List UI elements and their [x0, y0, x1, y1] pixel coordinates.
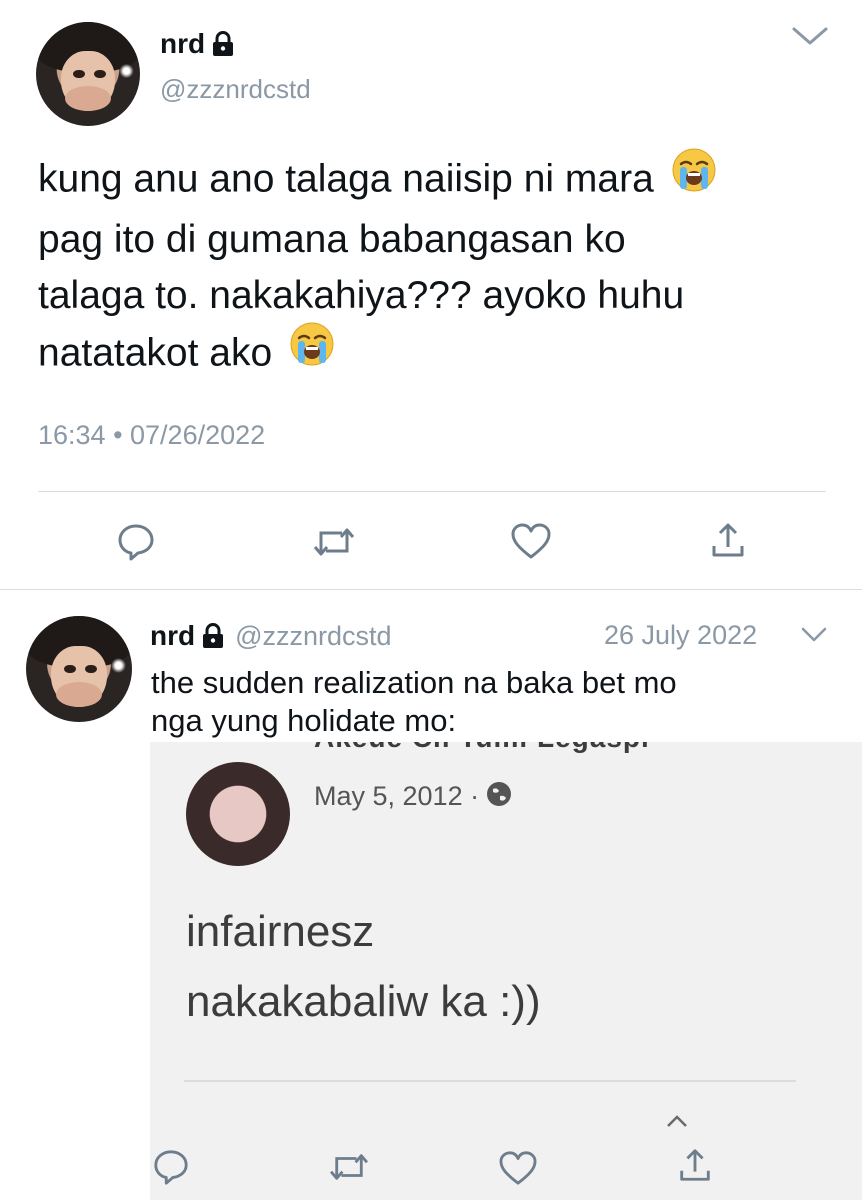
share-button[interactable]: [708, 520, 748, 560]
author-handle[interactable]: @zzznrdcstd: [235, 621, 391, 652]
reply-button[interactable]: [116, 522, 156, 562]
divider: [38, 491, 826, 492]
tweet-date[interactable]: 26 July 2022: [604, 620, 757, 651]
chevron-down-icon[interactable]: [800, 626, 828, 649]
avatar[interactable]: [36, 22, 140, 126]
share-icon: [712, 523, 744, 557]
globe-icon: [485, 780, 513, 813]
lock-icon: [201, 623, 225, 649]
tweet-text-line: kung anu ano talaga naiisip ni mara: [38, 147, 838, 212]
tweet-text-line: talaga to. nakakahiya??? ayoko huhu: [38, 274, 685, 317]
chevron-down-icon[interactable]: [790, 24, 830, 53]
embedded-screenshot[interactable]: Akeue Cil Tumi Legaspi May 5, 2012 · inf…: [150, 742, 862, 1200]
retweet-icon: [313, 528, 355, 556]
post-text: infairnesz nakakabaliw ka :)): [186, 897, 541, 1037]
loudly-crying-face-emoji: [289, 321, 335, 383]
heart-icon: [499, 1151, 537, 1185]
tweet-text: kung anu ano talaga naiisip ni mara pag …: [38, 147, 838, 386]
author-name[interactable]: nrd: [160, 28, 205, 60]
lock-icon: [211, 31, 235, 57]
cut-off-name: Akeue Cil Tumi Legaspi: [314, 742, 650, 754]
tweet-text-line: pag ito di gumana babangasan ko: [38, 218, 626, 261]
share-button[interactable]: [676, 1146, 714, 1184]
post-text-line: nakakabaliw ka :)): [186, 977, 541, 1026]
author-name[interactable]: nrd: [150, 620, 195, 652]
section-divider: [0, 589, 862, 590]
author-name-row: nrd: [160, 26, 235, 62]
reply-icon: [118, 524, 154, 561]
retweet-button[interactable]: [312, 524, 356, 560]
post-text-line: infairnesz: [186, 907, 375, 956]
divider: [184, 1080, 796, 1082]
quoted-tweet-text: the sudden realization na baka bet mo ng…: [151, 664, 677, 740]
tweet-timestamp[interactable]: 16:34 • 07/26/2022: [38, 420, 265, 451]
avatar[interactable]: [26, 616, 132, 722]
share-icon: [680, 1149, 710, 1181]
post-date: May 5, 2012 ·: [314, 781, 480, 811]
post-date-row: May 5, 2012 ·: [314, 780, 513, 813]
retweet-icon: [329, 1154, 369, 1180]
tweet-text-line: natatakot ako: [38, 321, 838, 386]
like-button[interactable]: [498, 1150, 538, 1186]
author-handle[interactable]: @zzznrdcstd: [160, 74, 311, 105]
tweet-text-line: the sudden realization na baka bet mo: [151, 665, 677, 700]
tweet-text-line: nga yung holidate mo:: [151, 703, 457, 738]
loudly-crying-face-emoji: [671, 147, 717, 209]
retweet-button[interactable]: [328, 1150, 370, 1184]
reply-button[interactable]: [152, 1148, 190, 1186]
cursor-arrow-icon: [666, 1114, 688, 1133]
avatar: [186, 762, 290, 866]
quoted-header: nrd @zzznrdcstd: [150, 618, 392, 654]
like-button[interactable]: [510, 522, 552, 560]
heart-icon: [511, 523, 551, 559]
reply-icon: [154, 1150, 188, 1185]
